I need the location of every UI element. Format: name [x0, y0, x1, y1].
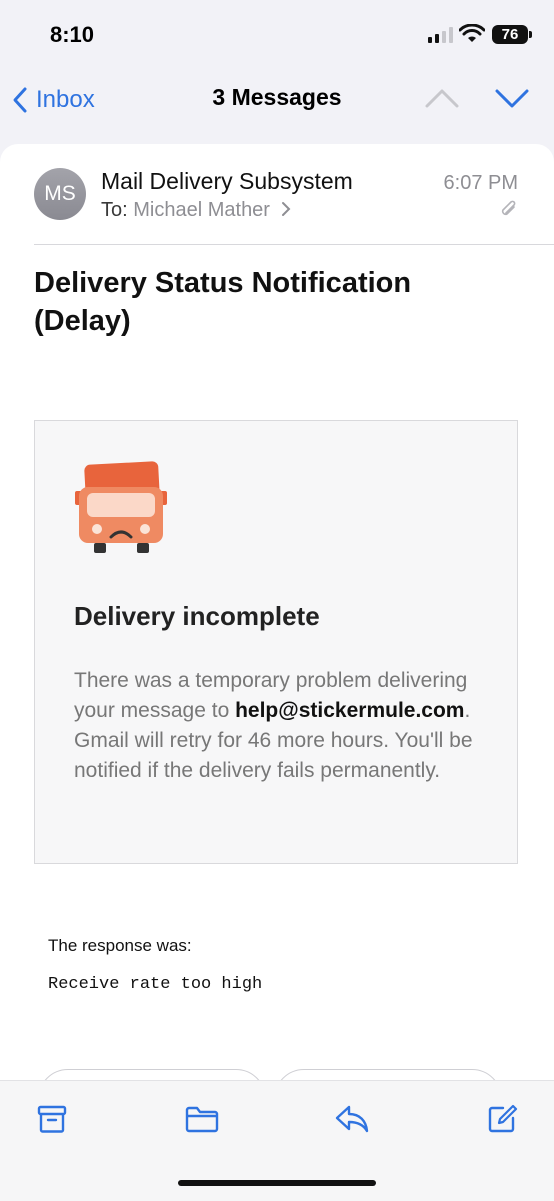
message-view: MS Mail Delivery Subsystem To: Michael M…: [0, 144, 554, 1200]
clock: 8:10: [50, 22, 95, 47]
compose-icon[interactable]: [486, 1103, 518, 1135]
next-message-chevron-down-icon[interactable]: [494, 86, 530, 110]
status-message: There was a temporary problem delivering…: [74, 666, 494, 786]
delivery-status-card: Delivery incomplete There was a temporar…: [34, 420, 518, 864]
back-label: Inbox: [36, 86, 95, 113]
avatar: MS: [34, 168, 86, 220]
cellular-signal-icon: [428, 27, 453, 43]
chevron-right-icon[interactable]: [280, 200, 292, 218]
status-bar: 8:10 76: [0, 0, 554, 70]
to-label: To:: [101, 199, 128, 221]
archive-icon[interactable]: [36, 1103, 68, 1135]
home-indicator[interactable]: [178, 1180, 376, 1186]
response-label: The response was:: [48, 936, 192, 955]
nav-bar: Inbox 3 Messages: [0, 70, 554, 130]
sad-truck-icon: [75, 461, 167, 553]
back-to-inbox-button[interactable]: Inbox: [12, 82, 95, 118]
reply-icon[interactable]: [334, 1103, 370, 1135]
previous-message-chevron-up-icon[interactable]: [424, 86, 460, 110]
chevron-left-icon: [13, 87, 27, 113]
sender-name[interactable]: Mail Delivery Subsystem: [101, 168, 353, 195]
battery-nub: [529, 31, 532, 38]
message-subject: Delivery Status Notification (Delay): [34, 267, 412, 337]
folder-icon[interactable]: [184, 1103, 220, 1135]
paperclip-icon: [501, 200, 516, 216]
battery-icon: 76: [492, 25, 528, 44]
failed-recipient-email[interactable]: help@stickermule.com: [235, 699, 464, 722]
recipient-name[interactable]: Michael Mather: [133, 199, 270, 221]
header-divider: [34, 244, 554, 245]
wifi-icon: [459, 24, 485, 42]
response-text: Receive rate too high: [48, 975, 263, 994]
status-heading: Delivery incomplete: [74, 601, 320, 631]
recipient-line: To: Michael Mather: [101, 199, 292, 222]
message-time: 6:07 PM: [443, 172, 518, 194]
